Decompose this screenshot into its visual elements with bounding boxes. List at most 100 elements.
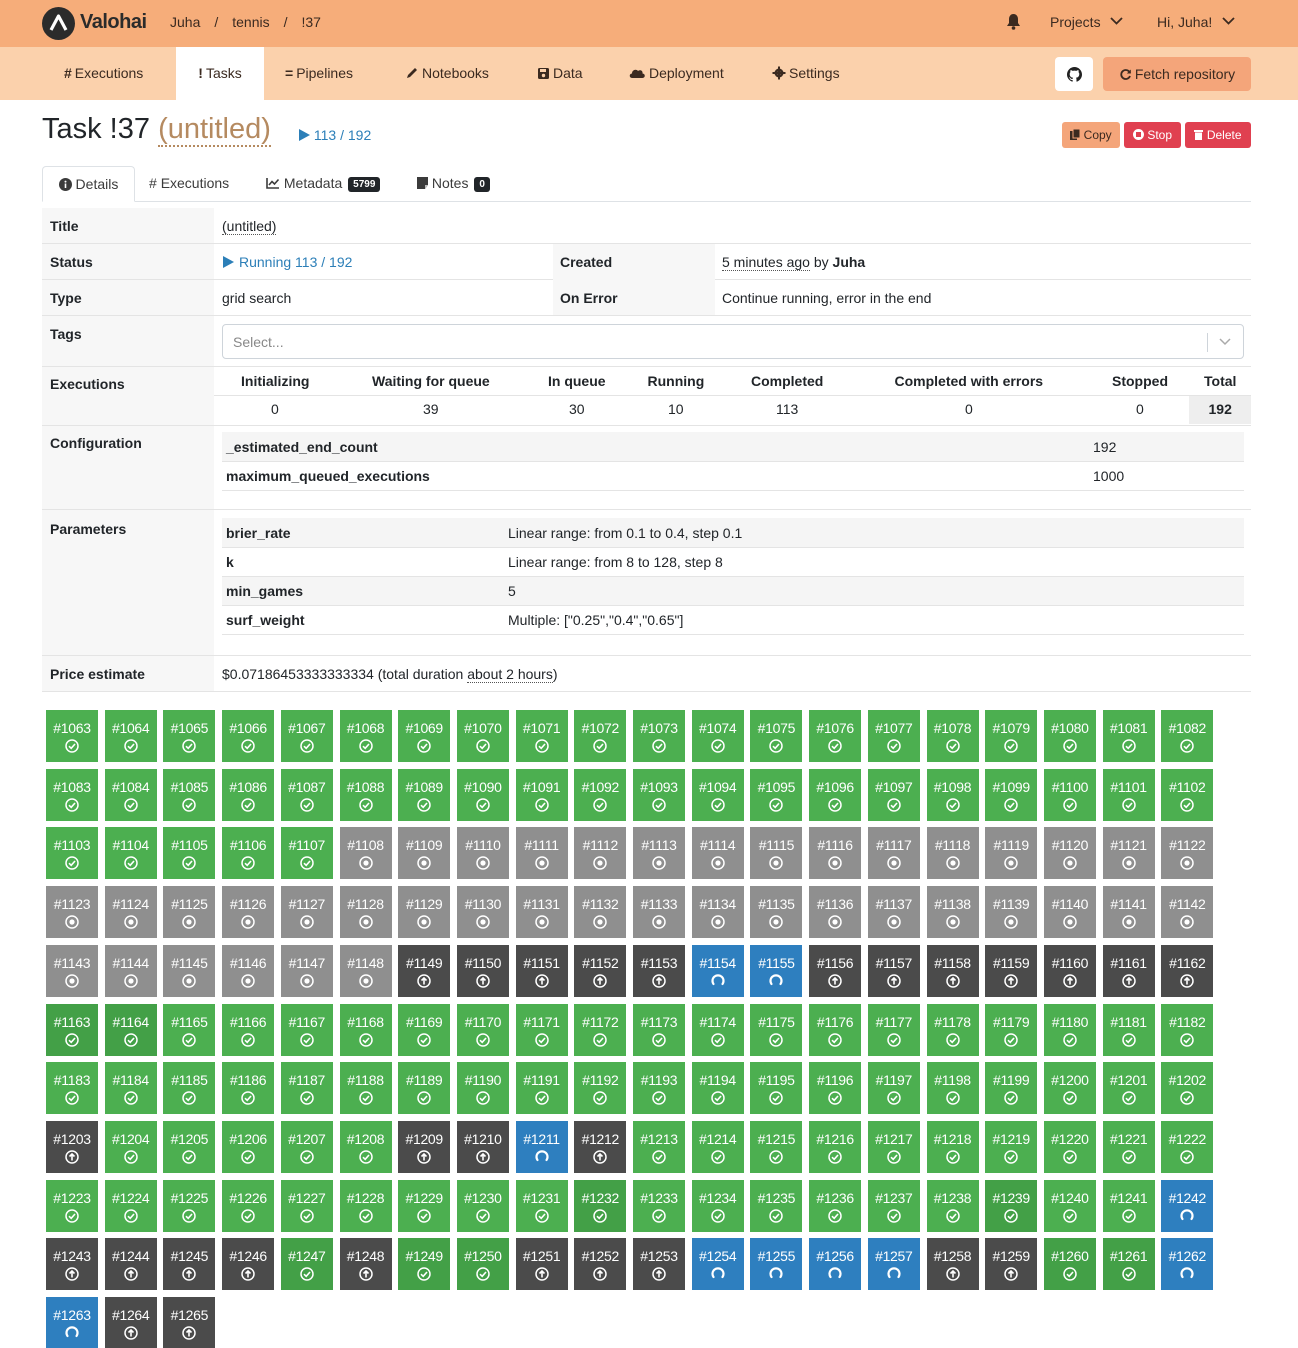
execution-tile[interactable]: #1208 <box>339 1120 392 1173</box>
execution-tile[interactable]: #1132 <box>574 886 627 939</box>
execution-tile[interactable]: #1155 <box>750 944 803 997</box>
execution-tile[interactable]: #1135 <box>750 886 803 939</box>
execution-tile[interactable]: #1219 <box>985 1120 1038 1173</box>
execution-tile[interactable]: #1146 <box>222 944 275 997</box>
execution-tile[interactable]: #1071 <box>515 710 568 762</box>
execution-tile[interactable]: #1137 <box>867 886 920 939</box>
execution-tile[interactable]: #1124 <box>104 886 157 939</box>
task-progress-link[interactable]: 113 / 192 <box>298 127 371 143</box>
execution-tile[interactable]: #1237 <box>867 1179 920 1232</box>
execution-tile[interactable]: #1083 <box>46 768 98 821</box>
execution-tile[interactable]: #1215 <box>750 1120 803 1173</box>
execution-tile[interactable]: #1113 <box>633 827 685 880</box>
execution-tile[interactable]: #1150 <box>456 944 509 997</box>
execution-tile[interactable]: #1243 <box>46 1238 98 1291</box>
execution-tile[interactable]: #1165 <box>163 1003 216 1056</box>
execution-tile[interactable]: #1147 <box>280 944 333 997</box>
execution-tile[interactable]: #1230 <box>456 1179 509 1232</box>
execution-tile[interactable]: #1111 <box>515 827 568 880</box>
bell-icon[interactable] <box>1006 13 1021 33</box>
execution-tile[interactable]: #1255 <box>750 1238 803 1291</box>
execution-tile[interactable]: #1191 <box>515 1062 568 1115</box>
execution-tile[interactable]: #1166 <box>222 1003 275 1056</box>
execution-tile[interactable]: #1218 <box>926 1120 979 1173</box>
execution-tile[interactable]: #1106 <box>222 827 275 880</box>
execution-tile[interactable]: #1080 <box>1043 710 1096 762</box>
execution-tile[interactable]: #1217 <box>867 1120 920 1173</box>
execution-tile[interactable]: #1101 <box>1102 768 1155 821</box>
execution-tile[interactable]: #1241 <box>1102 1179 1155 1232</box>
execution-tile[interactable]: #1134 <box>691 886 744 939</box>
user-menu[interactable]: Hi, Juha! <box>1157 14 1235 30</box>
execution-tile[interactable]: #1216 <box>809 1120 862 1173</box>
execution-tile[interactable]: #1203 <box>46 1120 98 1173</box>
execution-tile[interactable]: #1063 <box>46 710 98 762</box>
nav-data[interactable]: Data <box>537 47 583 100</box>
execution-tile[interactable]: #1104 <box>104 827 157 880</box>
task-title-name[interactable]: (untitled) <box>158 113 271 147</box>
execution-tile[interactable]: #1253 <box>633 1238 685 1291</box>
nav-notebooks[interactable]: Notebooks <box>405 47 489 100</box>
execution-tile[interactable]: #1246 <box>222 1238 275 1291</box>
execution-tile[interactable]: #1234 <box>691 1179 744 1232</box>
execution-tile[interactable]: #1184 <box>104 1062 157 1115</box>
execution-tile[interactable]: #1170 <box>456 1003 509 1056</box>
execution-tile[interactable]: #1115 <box>750 827 803 880</box>
execution-tile[interactable]: #1079 <box>985 710 1038 762</box>
execution-tile[interactable]: #1103 <box>46 827 98 880</box>
execution-tile[interactable]: #1140 <box>1043 886 1096 939</box>
execution-tile[interactable]: #1118 <box>926 827 979 880</box>
execution-tile[interactable]: #1142 <box>1161 886 1214 939</box>
execution-tile[interactable]: #1244 <box>104 1238 157 1291</box>
execution-tile[interactable]: #1198 <box>926 1062 979 1115</box>
execution-tile[interactable]: #1073 <box>633 710 685 762</box>
execution-tile[interactable]: #1130 <box>456 886 509 939</box>
execution-tile[interactable]: #1112 <box>574 827 627 880</box>
execution-tile[interactable]: #1098 <box>926 768 979 821</box>
execution-tile[interactable]: #1225 <box>163 1179 216 1232</box>
execution-tile[interactable]: #1163 <box>46 1003 98 1056</box>
execution-tile[interactable]: #1076 <box>809 710 862 762</box>
tab-executions[interactable]: # Executions <box>149 166 229 202</box>
execution-tile[interactable]: #1187 <box>280 1062 333 1115</box>
execution-tile[interactable]: #1139 <box>985 886 1038 939</box>
execution-tile[interactable]: #1154 <box>691 944 744 997</box>
execution-tile[interactable]: #1245 <box>163 1238 216 1291</box>
tab-notes[interactable]: Notes 0 <box>417 166 490 202</box>
execution-tile[interactable]: #1067 <box>280 710 333 762</box>
execution-tile[interactable]: #1259 <box>985 1238 1038 1291</box>
delete-button[interactable]: Delete <box>1185 122 1251 148</box>
execution-tile[interactable]: #1120 <box>1043 827 1096 880</box>
execution-tile[interactable]: #1153 <box>633 944 685 997</box>
execution-tile[interactable]: #1205 <box>163 1120 216 1173</box>
execution-tile[interactable]: #1066 <box>222 710 275 762</box>
execution-tile[interactable]: #1171 <box>515 1003 568 1056</box>
execution-tile[interactable]: #1240 <box>1043 1179 1096 1232</box>
execution-tile[interactable]: #1136 <box>809 886 862 939</box>
execution-tile[interactable]: #1162 <box>1161 944 1214 997</box>
execution-tile[interactable]: #1178 <box>926 1003 979 1056</box>
execution-tile[interactable]: #1179 <box>985 1003 1038 1056</box>
execution-tile[interactable]: #1129 <box>398 886 451 939</box>
execution-tile[interactable]: #1197 <box>867 1062 920 1115</box>
execution-tile[interactable]: #1151 <box>515 944 568 997</box>
execution-tile[interactable]: #1176 <box>809 1003 862 1056</box>
nav-executions[interactable]: # Executions <box>64 47 143 100</box>
execution-tile[interactable]: #1209 <box>398 1120 451 1173</box>
execution-tile[interactable]: #1175 <box>750 1003 803 1056</box>
execution-tile[interactable]: #1122 <box>1161 827 1214 880</box>
execution-tile[interactable]: #1186 <box>222 1062 275 1115</box>
execution-tile[interactable]: #1263 <box>46 1297 98 1348</box>
execution-tile[interactable]: #1261 <box>1102 1238 1155 1291</box>
execution-tile[interactable]: #1086 <box>222 768 275 821</box>
execution-tile[interactable]: #1250 <box>456 1238 509 1291</box>
execution-tile[interactable]: #1236 <box>809 1179 862 1232</box>
execution-tile[interactable]: #1222 <box>1161 1120 1214 1173</box>
execution-tile[interactable]: #1068 <box>339 710 392 762</box>
execution-tile[interactable]: #1110 <box>456 827 509 880</box>
execution-tile[interactable]: #1177 <box>867 1003 920 1056</box>
title-value[interactable]: (untitled) <box>222 218 277 235</box>
execution-tile[interactable]: #1239 <box>985 1179 1038 1232</box>
execution-tile[interactable]: #1160 <box>1043 944 1096 997</box>
execution-tile[interactable]: #1128 <box>339 886 392 939</box>
